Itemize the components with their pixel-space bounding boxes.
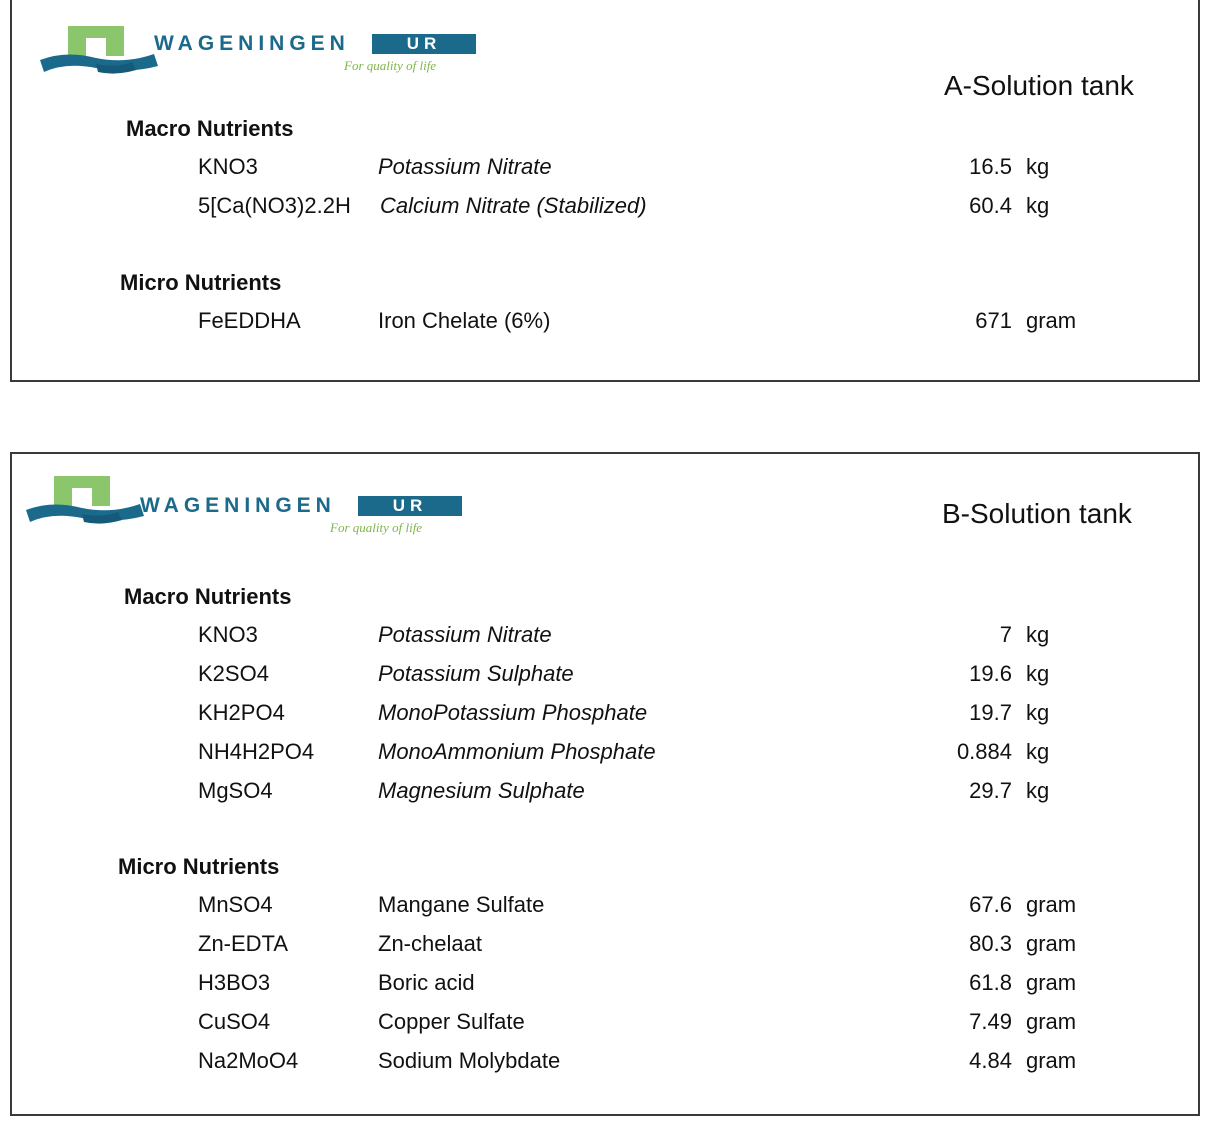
nutrient-row: KNO3 Potassium Nitrate 7 kg: [12, 622, 1198, 656]
nutrient-amount: 7: [999, 622, 1012, 647]
nutrient-amount: 19.6: [969, 661, 1012, 686]
b-solution-tank-panel: WAGENINGEN UR For quality of life B-Solu…: [10, 452, 1200, 1116]
nutrient-amount: 61.8: [969, 970, 1012, 995]
nutrient-formula: KNO3: [198, 622, 258, 647]
logo-tagline: For quality of life: [344, 58, 437, 73]
nutrient-name: Potassium Sulphate: [378, 661, 574, 686]
tank-title: A-Solution tank: [944, 70, 1134, 101]
nutrient-name: Magnesium Sulphate: [378, 778, 585, 803]
nutrient-row: Na2MoO4 Sodium Molybdate 4.84 gram: [12, 1048, 1198, 1082]
nutrient-amount: 0.884: [956, 739, 1012, 764]
nutrient-amount: 67.6: [969, 892, 1012, 917]
nutrient-row: MnSO4 Mangane Sulfate 67.6 gram: [12, 892, 1198, 926]
nutrient-row: K2SO4 Potassium Sulphate 19.6 kg: [12, 661, 1198, 695]
nutrient-formula: H3BO3: [198, 970, 271, 995]
section-title-micro: Micro Nutrients: [120, 270, 282, 295]
nutrient-unit: gram: [1026, 970, 1077, 995]
nutrient-formula: Zn-EDTA: [198, 931, 289, 956]
nutrient-amount: 80.3: [969, 931, 1012, 956]
nutrient-name: Iron Chelate (6%): [378, 308, 551, 333]
nutrient-name: Sodium Molybdate: [378, 1048, 561, 1073]
section-title-micro: Micro Nutrients: [118, 854, 280, 879]
nutrient-formula: KNO3: [198, 154, 258, 179]
nutrient-unit: kg: [1026, 700, 1050, 725]
nutrient-unit: kg: [1026, 739, 1050, 764]
logo-wordmark: WAGENINGEN: [140, 494, 336, 517]
nutrient-amount: 19.7: [969, 700, 1012, 725]
nutrient-name: Calcium Nitrate (Stabilized): [380, 193, 647, 218]
nutrient-unit: gram: [1026, 308, 1077, 333]
section-title-macro: Macro Nutrients: [126, 116, 294, 141]
logo-tagline: For quality of life: [330, 520, 423, 535]
nutrient-row: H3BO3 Boric acid 61.8 gram: [12, 970, 1198, 1004]
nutrient-unit: kg: [1026, 661, 1050, 686]
nutrient-unit: gram: [1026, 892, 1077, 917]
nutrient-amount: 671: [975, 308, 1012, 333]
nutrient-row: Zn-EDTA Zn-chelaat 80.3 gram: [12, 931, 1198, 965]
nutrient-amount: 29.7: [969, 778, 1012, 803]
nutrient-unit: kg: [1026, 193, 1050, 218]
section-title-macro: Macro Nutrients: [124, 584, 292, 609]
nutrient-formula: FeEDDHA: [198, 308, 301, 333]
nutrient-unit: gram: [1026, 1009, 1077, 1034]
nutrient-name: Boric acid: [378, 970, 475, 995]
nutrient-row: KH2PO4 MonoPotassium Phosphate 19.7 kg: [12, 700, 1198, 734]
nutrient-row: CuSO4 Copper Sulfate 7.49 gram: [12, 1009, 1198, 1043]
nutrient-row: FeEDDHA Iron Chelate (6%) 671 gram: [12, 308, 1198, 342]
nutrient-formula: 5[Ca(NO3)2.2H: [198, 193, 351, 218]
nutrient-unit: kg: [1026, 622, 1050, 647]
nutrient-amount: 60.4: [969, 193, 1012, 218]
tank-title: B-Solution tank: [942, 498, 1132, 529]
nutrient-formula: Na2MoO4: [198, 1048, 299, 1073]
nutrient-amount: 7.49: [969, 1009, 1012, 1034]
nutrient-formula: KH2PO4: [198, 700, 285, 725]
nutrient-name: Zn-chelaat: [378, 931, 482, 956]
nutrient-name: MonoAmmonium Phosphate: [378, 739, 656, 764]
nutrient-row: MgSO4 Magnesium Sulphate 29.7 kg: [12, 778, 1198, 812]
logo-ur-badge: UR: [358, 496, 462, 516]
nutrient-row: 5[Ca(NO3)2.2H Calcium Nitrate (Stabilize…: [12, 193, 1198, 227]
nutrient-row: NH4H2PO4 MonoAmmonium Phosphate 0.884 kg: [12, 739, 1198, 773]
nutrient-unit: kg: [1026, 778, 1050, 803]
nutrient-formula: MnSO4: [198, 892, 273, 917]
nutrient-unit: gram: [1026, 1048, 1077, 1073]
nutrient-name: Copper Sulfate: [378, 1009, 525, 1034]
nutrient-name: Potassium Nitrate: [378, 622, 552, 647]
nutrient-unit: gram: [1026, 931, 1077, 956]
nutrient-row: KNO3 Potassium Nitrate 16.5 kg: [12, 154, 1198, 188]
nutrient-amount: 4.84: [969, 1048, 1012, 1073]
nutrient-formula: NH4H2PO4: [198, 739, 315, 764]
nutrient-formula: K2SO4: [198, 661, 269, 686]
nutrient-unit: kg: [1026, 154, 1050, 179]
wageningen-ur-logo: WAGENINGEN UR For quality of life: [36, 24, 496, 84]
nutrient-name: MonoPotassium Phosphate: [378, 700, 648, 725]
wageningen-ur-logo: WAGENINGEN UR For quality of life: [22, 474, 482, 535]
nutrient-amount: 16.5: [969, 154, 1012, 179]
nutrient-formula: CuSO4: [198, 1009, 271, 1034]
nutrient-name: Mangane Sulfate: [378, 892, 545, 917]
nutrient-formula: MgSO4: [198, 778, 273, 803]
nutrient-name: Potassium Nitrate: [378, 154, 552, 179]
logo-wordmark: WAGENINGEN: [154, 32, 350, 55]
a-solution-tank-panel: WAGENINGEN UR For quality of life A-Solu…: [10, 0, 1200, 382]
logo-ur-badge: UR: [372, 34, 476, 54]
